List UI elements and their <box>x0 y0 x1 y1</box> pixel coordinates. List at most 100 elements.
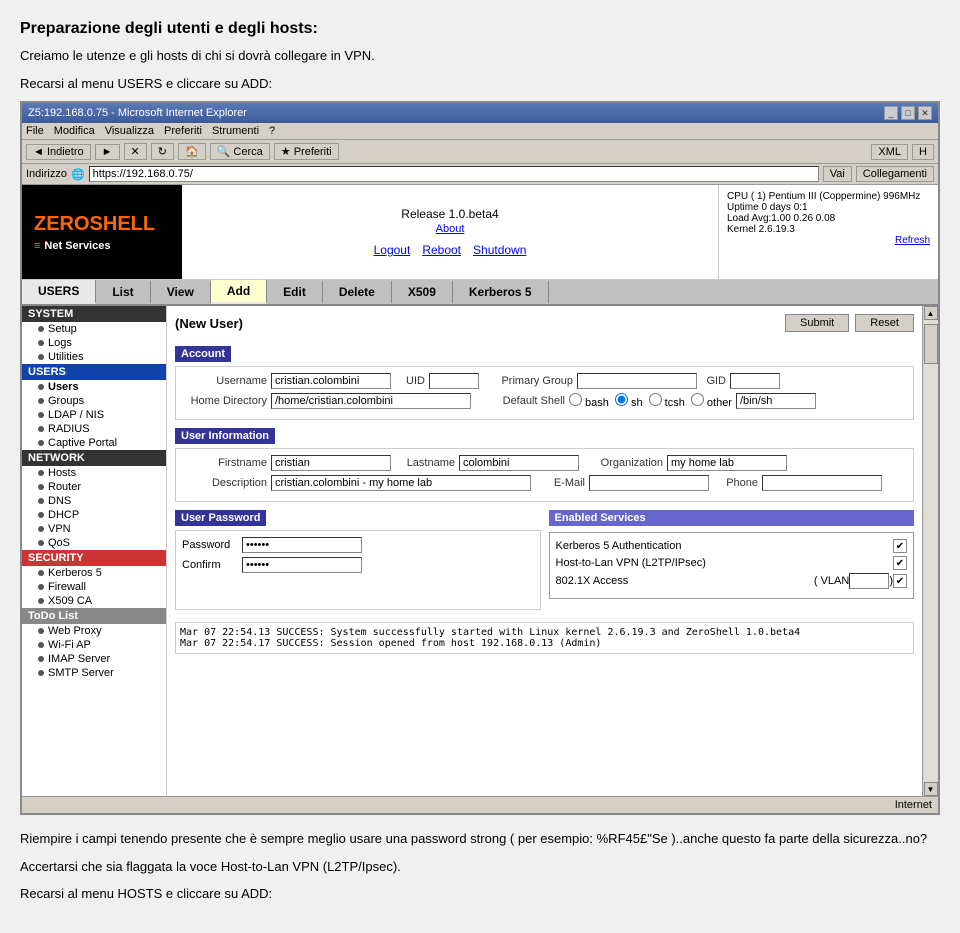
sidebar-item-users[interactable]: Users <box>22 380 166 394</box>
sidebar-item-webproxy[interactable]: Web Proxy <box>22 624 166 638</box>
service-8021x-check[interactable]: ✔ <box>893 574 907 588</box>
sidebar-item-dhcp[interactable]: DHCP <box>22 508 166 522</box>
sidebar-item-firewall[interactable]: Firewall <box>22 580 166 594</box>
back-button[interactable]: ◄ Indietro <box>26 144 91 160</box>
sidebar-item-x509ca[interactable]: X509 CA <box>22 594 166 608</box>
scroll-down-button[interactable]: ▼ <box>924 782 938 796</box>
service-vpn-check[interactable]: ✔ <box>893 556 907 570</box>
homedir-input[interactable] <box>271 393 471 409</box>
vlan-input[interactable] <box>849 573 889 589</box>
confirm-input[interactable] <box>242 557 362 573</box>
nav-tab-x509[interactable]: X509 <box>392 281 453 303</box>
name-row: Firstname Lastname Organization <box>182 455 907 471</box>
uid-input[interactable] <box>429 373 479 389</box>
sidebar-item-kerberos5[interactable]: Kerberos 5 <box>22 566 166 580</box>
nav-tab-view[interactable]: View <box>151 281 211 303</box>
nav-tab-edit[interactable]: Edit <box>267 281 323 303</box>
desc-input[interactable] <box>271 475 531 491</box>
nav-tab-kerberos[interactable]: Kerberos 5 <box>453 281 549 303</box>
email-input[interactable] <box>589 475 709 491</box>
password-form: Password Confirm <box>175 530 541 610</box>
sidebar-item-hosts[interactable]: Hosts <box>22 466 166 480</box>
shell-sh-radio[interactable] <box>615 393 628 406</box>
scroll-up-button[interactable]: ▲ <box>924 306 938 320</box>
submit-button[interactable]: Submit <box>785 314 849 332</box>
close-button[interactable]: ✕ <box>918 106 932 120</box>
minimize-button[interactable]: _ <box>884 106 898 120</box>
home-button[interactable]: 🏠 <box>178 143 206 160</box>
shell-other-radio[interactable] <box>691 393 704 406</box>
xml-button[interactable]: XML <box>871 144 908 160</box>
main-nav-bar: USERS List View Add Edit Delete X509 Ker… <box>22 280 938 306</box>
favorites-button[interactable]: ★ Preferiti <box>274 143 339 160</box>
scrollbar-thumb[interactable] <box>924 324 938 364</box>
username-input[interactable] <box>271 373 391 389</box>
refresh-button[interactable]: ↻ <box>151 143 174 160</box>
bottom-text-3: Recarsi al menu HOSTS e cliccare su ADD: <box>20 884 940 904</box>
phone-input[interactable] <box>762 475 882 491</box>
shell-bash-radio[interactable] <box>569 393 582 406</box>
menu-modifica[interactable]: Modifica <box>54 125 95 137</box>
reset-button[interactable]: Reset <box>855 314 914 332</box>
stop-button[interactable]: ✕ <box>124 143 147 160</box>
search-button[interactable]: 🔍 Cerca <box>210 143 270 160</box>
org-input[interactable] <box>667 455 787 471</box>
go-button[interactable]: Vai <box>823 166 852 182</box>
sidebar-item-qos[interactable]: QoS <box>22 536 166 550</box>
logout-link[interactable]: Logout <box>374 243 411 257</box>
sidebar-item-router[interactable]: Router <box>22 480 166 494</box>
menu-file[interactable]: File <box>26 125 44 137</box>
bullet-icon <box>38 642 44 648</box>
form-title: (New User) <box>175 316 243 331</box>
zeroshell-header: ZEROSHELL ≡ Net Services Release 1.0.bet… <box>22 185 938 280</box>
lastname-input[interactable] <box>459 455 579 471</box>
sidebar-item-radius[interactable]: RADIUS <box>22 422 166 436</box>
about-link[interactable]: About <box>436 223 465 235</box>
sidebar-item-logs[interactable]: Logs <box>22 336 166 350</box>
nav-tab-list[interactable]: List <box>96 281 150 303</box>
links-button[interactable]: Collegamenti <box>856 166 934 182</box>
sidebar-item-wifiap[interactable]: Wi-Fi AP <box>22 638 166 652</box>
sidebar-item-imap[interactable]: IMAP Server <box>22 652 166 666</box>
menu-strumenti[interactable]: Strumenti <box>212 125 259 137</box>
shell-tcsh-radio[interactable] <box>649 393 662 406</box>
sidebar-item-captive[interactable]: Captive Portal <box>22 436 166 450</box>
sidebar-item-vpn[interactable]: VPN <box>22 522 166 536</box>
reboot-link[interactable]: Reboot <box>422 243 461 257</box>
shutdown-link[interactable]: Shutdown <box>473 243 526 257</box>
sidebar-item-utilities[interactable]: Utilities <box>22 350 166 364</box>
refresh-link[interactable]: Refresh <box>895 235 930 246</box>
menu-visualizza[interactable]: Visualizza <box>105 125 154 137</box>
sidebar-item-ldap[interactable]: LDAP / NIS <box>22 408 166 422</box>
password-section: User Password Password Confirm <box>175 510 541 618</box>
h-button[interactable]: H <box>912 144 934 160</box>
nav-tab-users[interactable]: USERS <box>22 280 96 304</box>
nav-tab-delete[interactable]: Delete <box>323 281 392 303</box>
bullet-icon <box>38 512 44 518</box>
firstname-input[interactable] <box>271 455 391 471</box>
primary-group-input[interactable] <box>577 373 697 389</box>
password-input[interactable] <box>242 537 362 553</box>
address-input[interactable] <box>89 166 819 182</box>
forward-button[interactable]: ► <box>95 144 120 160</box>
primary-group-label: Primary Group <box>483 375 573 387</box>
maximize-button[interactable]: □ <box>901 106 915 120</box>
menu-preferiti[interactable]: Preferiti <box>164 125 202 137</box>
menu-help[interactable]: ? <box>269 125 275 137</box>
phone-label: Phone <box>713 477 758 489</box>
nav-tab-add[interactable]: Add <box>211 280 267 304</box>
release-text: Release 1.0.beta4 <box>401 207 498 221</box>
shell-value-input[interactable] <box>736 393 816 409</box>
bullet-icon <box>38 470 44 476</box>
sidebar-item-groups[interactable]: Groups <box>22 394 166 408</box>
sidebar-item-smtp[interactable]: SMTP Server <box>22 666 166 680</box>
userinfo-form: Firstname Lastname Organization Descript… <box>175 448 914 502</box>
uid-label: UID <box>395 375 425 387</box>
sidebar-item-setup[interactable]: Setup <box>22 322 166 336</box>
gid-input[interactable] <box>730 373 780 389</box>
bullet-icon <box>38 540 44 546</box>
sidebar-item-dns[interactable]: DNS <box>22 494 166 508</box>
bullet-icon <box>38 440 44 446</box>
system-header: SYSTEM <box>22 306 166 322</box>
service-kerberos-check[interactable]: ✔ <box>893 539 907 553</box>
